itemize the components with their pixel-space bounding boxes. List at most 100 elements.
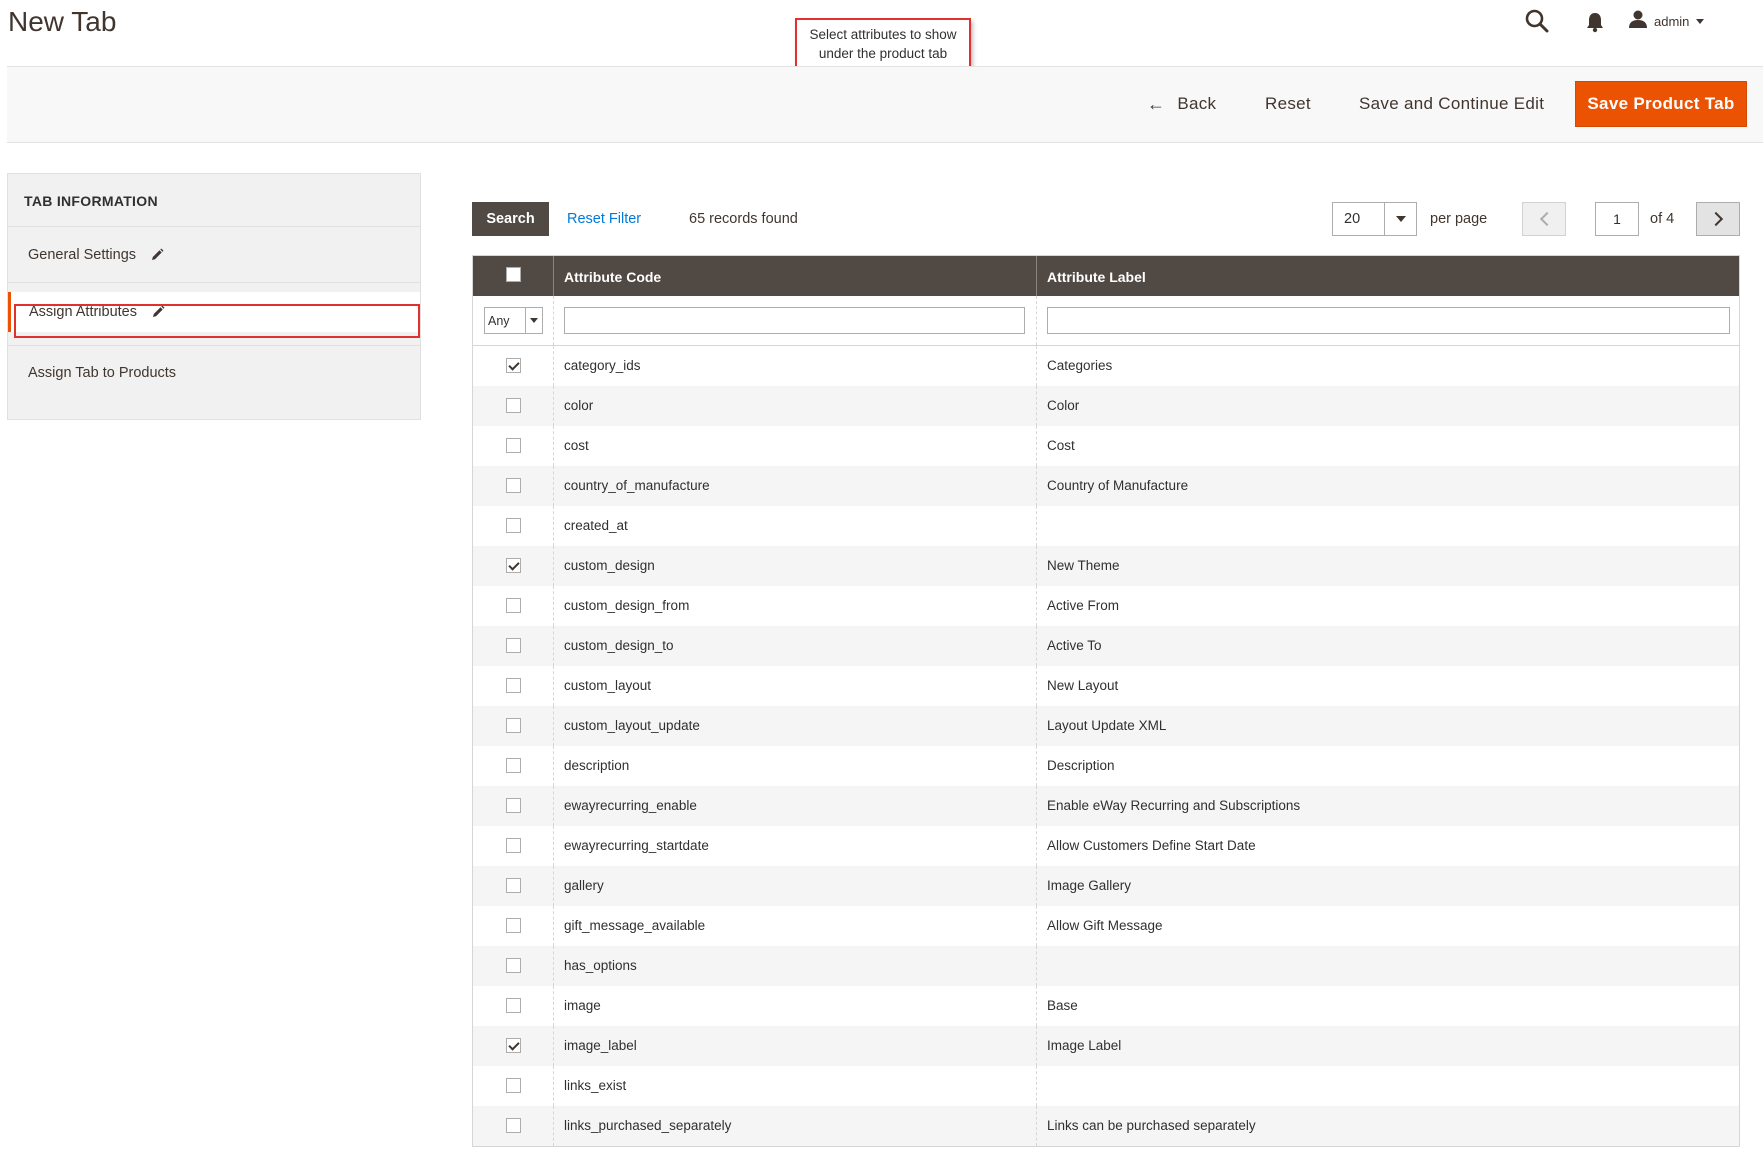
bell-icon[interactable] — [1584, 11, 1606, 33]
attribute-label-cell: Allow Customers Define Start Date — [1047, 838, 1256, 853]
table-row[interactable]: category_ids Categories — [473, 346, 1739, 386]
search-button[interactable]: Search — [472, 202, 549, 236]
table-row[interactable]: custom_design_to Active To — [473, 626, 1739, 666]
row-checkbox[interactable] — [506, 1038, 521, 1053]
table-row[interactable]: gift_message_available Allow Gift Message — [473, 906, 1739, 946]
page-title: New Tab — [8, 6, 117, 37]
attribute-code-cell: ewayrecurring_enable — [554, 786, 1037, 826]
save-and-continue-button[interactable]: Save and Continue Edit — [1359, 81, 1544, 127]
row-checkbox[interactable] — [506, 958, 521, 973]
callout-line-1: Select attributes to show — [809, 27, 957, 42]
table-row[interactable]: color Color — [473, 386, 1739, 426]
table-row[interactable]: cost Cost — [473, 426, 1739, 466]
row-checkbox[interactable] — [506, 878, 521, 893]
in-selection-filter-select[interactable]: Any — [484, 307, 543, 334]
table-row[interactable]: description Description — [473, 746, 1739, 786]
row-checkbox[interactable] — [506, 838, 521, 853]
row-checkbox[interactable] — [506, 638, 521, 653]
select-all-column — [473, 256, 554, 296]
table-row[interactable]: image_label Image Label — [473, 1026, 1739, 1066]
admin-user-menu[interactable]: admin — [1628, 8, 1705, 34]
per-page-select[interactable]: 20 — [1332, 202, 1417, 236]
sidebar-item-general-settings[interactable]: General Settings — [8, 228, 420, 283]
back-button[interactable]: ← Back — [1147, 81, 1216, 127]
table-row[interactable]: custom_design New Theme — [473, 546, 1739, 586]
row-checkbox[interactable] — [506, 1118, 521, 1133]
next-page-button[interactable] — [1696, 202, 1740, 236]
attribute-label-cell — [1037, 506, 1739, 546]
pencil-icon — [150, 248, 164, 262]
sidebar-item-label: Assign Tab to Products — [28, 365, 177, 381]
attribute-code-cell: ewayrecurring_startdate — [554, 826, 1037, 866]
page-actions-bar: ← Back Reset Save and Continue Edit Save… — [7, 66, 1763, 143]
attribute-code-filter-input[interactable] — [564, 307, 1025, 334]
row-checkbox[interactable] — [506, 438, 521, 453]
row-checkbox[interactable] — [506, 678, 521, 693]
row-checkbox[interactable] — [506, 998, 521, 1013]
row-checkbox[interactable] — [506, 358, 521, 373]
column-header-attribute-label[interactable]: Attribute Label — [1037, 256, 1739, 296]
attribute-code-cell: image_label — [554, 1026, 1037, 1066]
chevron-left-icon — [1539, 211, 1555, 227]
attribute-label-cell — [1037, 946, 1739, 986]
table-row[interactable]: custom_layout New Layout — [473, 666, 1739, 706]
attribute-code-cell: image — [554, 986, 1037, 1026]
attribute-code-cell: cost — [554, 426, 1037, 466]
row-checkbox[interactable] — [506, 398, 521, 413]
attribute-label-filter-input[interactable] — [1047, 307, 1730, 334]
table-row[interactable]: image Base — [473, 986, 1739, 1026]
attribute-code-cell: color — [554, 386, 1037, 426]
back-label: Back — [1177, 94, 1217, 113]
per-page-label: per page — [1430, 211, 1488, 227]
attribute-label-cell: Active To — [1047, 638, 1102, 653]
search-icon[interactable] — [1524, 8, 1550, 34]
sidebar-item-assign-tab-to-products[interactable]: Assign Tab to Products — [8, 345, 420, 400]
row-checkbox[interactable] — [506, 918, 521, 933]
attribute-code-cell: links_exist — [554, 1066, 1037, 1106]
arrow-left-icon: ← — [1147, 93, 1166, 114]
attribute-code-cell: custom_design_from — [554, 586, 1037, 626]
table-row[interactable]: custom_design_from Active From — [473, 586, 1739, 626]
table-row[interactable]: links_purchased_separately Links can be p… — [473, 1106, 1739, 1146]
attributes-grid: Attribute Code Attribute Label Any categ… — [472, 255, 1740, 1147]
row-checkbox[interactable] — [506, 478, 521, 493]
table-row[interactable]: country_of_manufacture Country of Manufac… — [473, 466, 1739, 506]
table-row[interactable]: links_exist — [473, 1066, 1739, 1106]
reset-filter-link[interactable]: Reset Filter — [567, 211, 641, 227]
row-checkbox[interactable] — [506, 718, 521, 733]
previous-page-button[interactable] — [1522, 202, 1566, 236]
attribute-label-cell: Country of Manufacture — [1047, 478, 1189, 493]
row-checkbox[interactable] — [506, 758, 521, 773]
header-actions: admin — [1524, 8, 1764, 38]
attribute-code-cell: custom_layout — [554, 666, 1037, 706]
attribute-label-cell — [1037, 1066, 1739, 1106]
row-checkbox[interactable] — [506, 518, 521, 533]
table-row[interactable]: custom_layout_update Layout Update XML — [473, 706, 1739, 746]
table-row[interactable]: ewayrecurring_startdate Allow Customers D… — [473, 826, 1739, 866]
table-row[interactable]: gallery Image Gallery — [473, 866, 1739, 906]
attribute-label-cell: New Theme — [1047, 558, 1120, 573]
grid-body: category_ids Categories color Color cost Cost… — [473, 346, 1739, 1146]
save-product-tab-button[interactable]: Save Product Tab — [1575, 81, 1747, 127]
chevron-down-icon — [1384, 203, 1416, 235]
select-all-checkbox[interactable] — [506, 267, 521, 282]
table-row[interactable]: created_at — [473, 506, 1739, 546]
reset-button[interactable]: Reset — [1265, 81, 1311, 127]
chevron-down-icon — [525, 308, 542, 333]
annotation-callout: Select attributes to show under the prod… — [795, 18, 971, 70]
row-checkbox[interactable] — [506, 558, 521, 573]
user-icon — [1628, 9, 1648, 34]
attribute-label-cell: Color — [1047, 398, 1080, 413]
attribute-code-cell: gift_message_available — [554, 906, 1037, 946]
table-row[interactable]: ewayrecurring_enable Enable eWay Recurrin… — [473, 786, 1739, 826]
attribute-code-cell: gallery — [554, 866, 1037, 906]
row-checkbox[interactable] — [506, 598, 521, 613]
row-checkbox[interactable] — [506, 798, 521, 813]
table-row[interactable]: has_options — [473, 946, 1739, 986]
row-checkbox[interactable] — [506, 1078, 521, 1093]
page-number-input[interactable]: 1 — [1595, 202, 1639, 236]
grid-filter-row: Any — [473, 296, 1739, 346]
pencil-icon — [151, 305, 165, 319]
sidebar-item-assign-attributes[interactable]: Assign Attributes — [8, 292, 420, 332]
column-header-attribute-code[interactable]: Attribute Code — [554, 256, 1037, 296]
